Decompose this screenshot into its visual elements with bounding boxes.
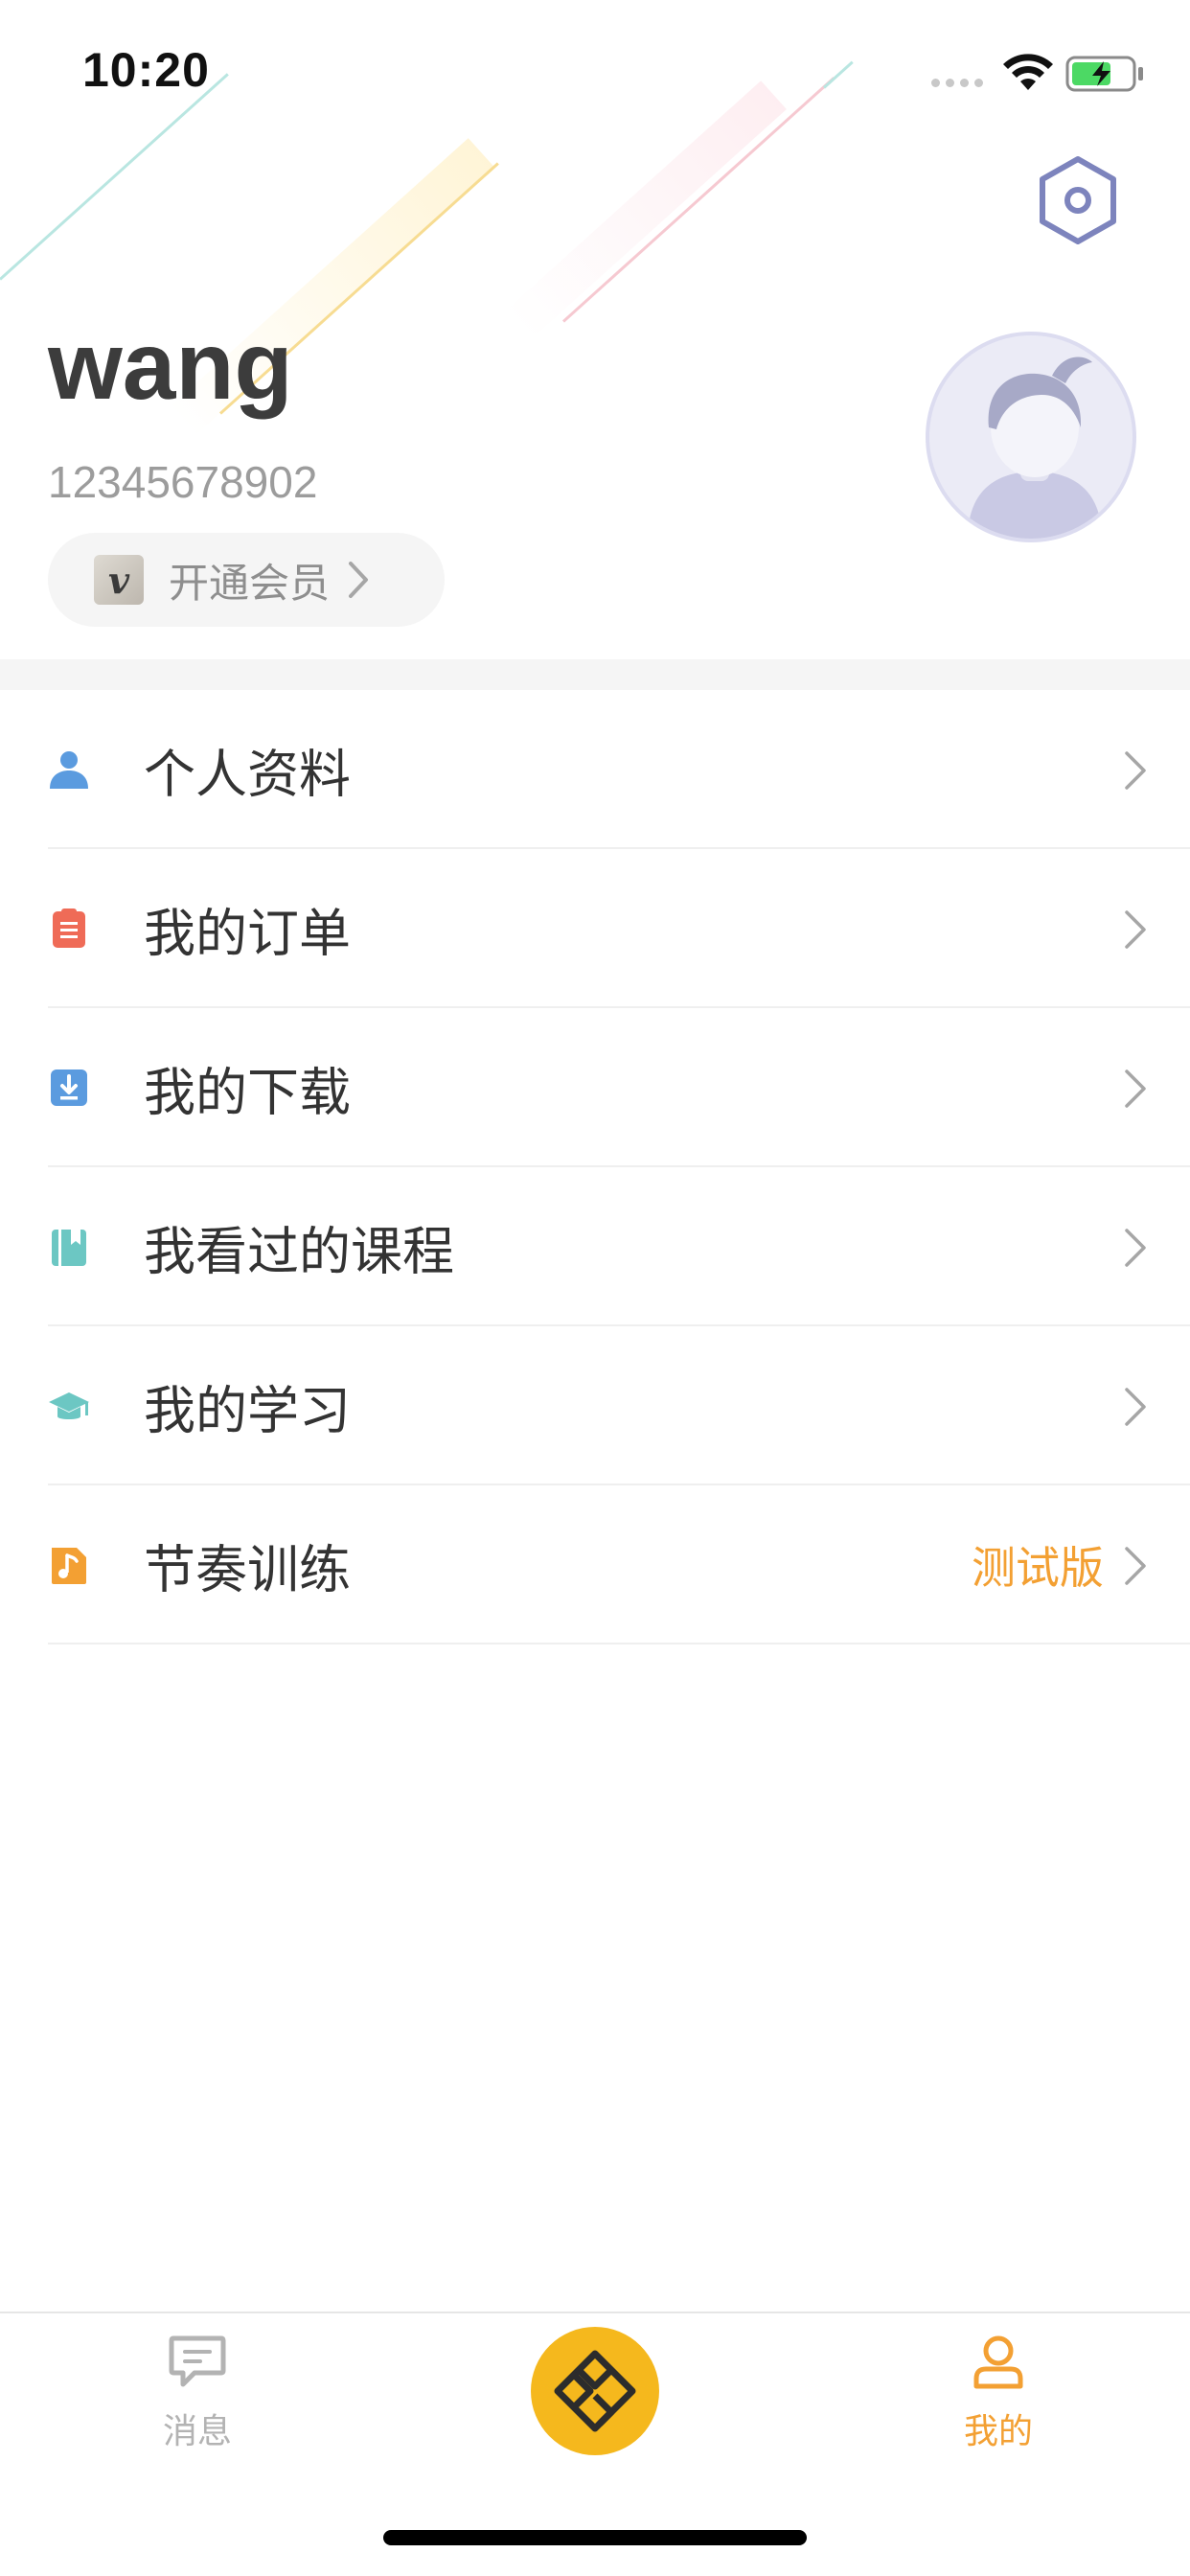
menu-list: 个人资料 我的订单 我的下载 我看过的课程 我的学习 节奏训练 测试版 (0, 690, 1190, 1644)
username: wang (48, 312, 293, 420)
menu-item-watched-courses[interactable]: 我看过的课程 (0, 1167, 1190, 1326)
person-icon (50, 751, 88, 789)
tab-label: 我的 (963, 2412, 1033, 2451)
app-logo-icon (554, 2350, 636, 2432)
book-icon (52, 1230, 86, 1266)
chevron-right-icon (1125, 1547, 1146, 1585)
menu-item-label: 节奏训练 (144, 1539, 351, 1600)
graduation-cap-icon (49, 1392, 89, 1419)
clipboard-icon (53, 908, 85, 948)
menu-item-label: 我的订单 (144, 903, 351, 964)
menu-item-my-learning[interactable]: 我的学习 (0, 1326, 1190, 1485)
battery-icon (1065, 56, 1143, 92)
menu-item-label: 我看过的课程 (144, 1221, 454, 1282)
menu-item-orders[interactable]: 我的订单 (0, 849, 1190, 1008)
settings-hexagon-icon[interactable] (1031, 153, 1125, 247)
chevron-right-icon (1125, 751, 1146, 790)
beta-badge: 测试版 (972, 1542, 1104, 1594)
phone-number: 12345678902 (48, 457, 318, 507)
open-membership-button[interactable]: v 开通会员 (48, 533, 445, 627)
tab-home-center[interactable] (531, 2327, 659, 2455)
chevron-right-icon (1125, 910, 1146, 949)
avatar[interactable] (926, 332, 1136, 542)
cellular-signal-icon (931, 79, 983, 87)
avatar-placeholder-icon (968, 356, 1102, 539)
section-divider (0, 659, 1190, 690)
menu-item-label: 我的下载 (144, 1062, 351, 1123)
tab-mine[interactable]: 我的 (945, 2334, 1052, 2453)
menu-item-rhythm-training[interactable]: 节奏训练 测试版 (0, 1485, 1190, 1644)
status-time: 10:20 (82, 43, 210, 97)
menu-item-label: 我的学习 (144, 1380, 351, 1441)
open-membership-label: 开通会员 (169, 559, 331, 607)
menu-item-profile[interactable]: 个人资料 (0, 690, 1190, 849)
tab-label: 消息 (162, 2412, 232, 2451)
profile-screen: 10:20 wang 12345678902 v 开通会员 个人资料 我的订单 … (0, 0, 1190, 2576)
music-note-icon (52, 1548, 86, 1584)
vip-badge-icon: v (94, 555, 144, 605)
chevron-right-icon (1125, 1070, 1146, 1108)
chevron-right-icon (1125, 1229, 1146, 1267)
download-icon (51, 1070, 87, 1106)
chevron-right-icon (1125, 1388, 1146, 1426)
message-icon (169, 2335, 226, 2387)
menu-item-downloads[interactable]: 我的下载 (0, 1008, 1190, 1167)
tab-messages[interactable]: 消息 (144, 2334, 251, 2453)
home-indicator[interactable] (383, 2530, 807, 2545)
menu-item-label: 个人资料 (144, 744, 351, 805)
user-icon (973, 2335, 1023, 2389)
chevron-right-icon (349, 562, 369, 598)
wifi-icon (1003, 54, 1053, 90)
